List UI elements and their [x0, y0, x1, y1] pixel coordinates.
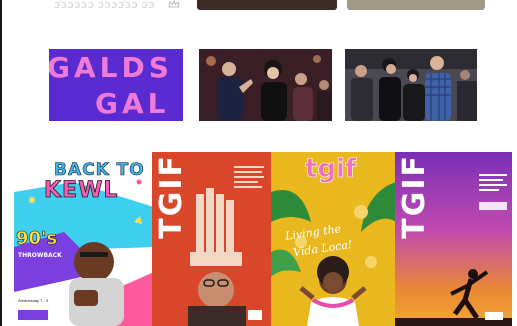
window-edge — [0, 0, 2, 326]
poster-1-badge: 90's — [16, 228, 58, 250]
top-caption: ЭЭЭЭЭЭ ЭЭЭЭЭЭ ЭЭ — [54, 1, 155, 10]
poster-1-subtitle: TGIF — [106, 204, 130, 214]
poster-1-title-line-1: BACK TO — [54, 160, 145, 181]
poster-1-badge-sub: THROWBACK — [18, 252, 62, 259]
poster-tgif-red[interactable]: TGIF — [152, 152, 272, 326]
event-photo-1[interactable] — [199, 49, 332, 121]
galds-graphic-thumbnail[interactable]: GALDS GAL — [49, 49, 183, 121]
event-photo-1-image — [199, 49, 332, 121]
event-photo-2[interactable] — [345, 49, 477, 121]
crown-icon — [168, 0, 180, 8]
event-photo-2-image — [345, 49, 477, 121]
poster-2-title: TGIF — [154, 154, 189, 239]
graphic-text-line-1: GALDS — [49, 51, 173, 84]
poster-back-to-kewl[interactable]: BACK TO KEWL TGIF 90's THROWBACK Wednesd… — [14, 152, 154, 326]
gallery-page: ЭЭЭЭЭЭ ЭЭЭЭЭЭ ЭЭ GALDS GAL BACK TO KEWL … — [0, 0, 517, 326]
poster-tgif-sunset[interactable]: TGIF — [395, 152, 512, 326]
top-thumbnail-2[interactable] — [347, 0, 485, 10]
poster-3-title: tgif — [305, 154, 357, 185]
top-thumbnail-1[interactable] — [197, 0, 337, 10]
poster-1-footer: Wednesday 7 - 9 — [18, 298, 49, 303]
poster-4-title: TGIF — [397, 154, 432, 239]
poster-1-title-line-2: KEWL — [44, 178, 119, 204]
graphic-text-line-2: GAL — [95, 87, 170, 120]
poster-tgif-yellow[interactable]: tgif Living the Vida Loca! — [271, 152, 396, 326]
